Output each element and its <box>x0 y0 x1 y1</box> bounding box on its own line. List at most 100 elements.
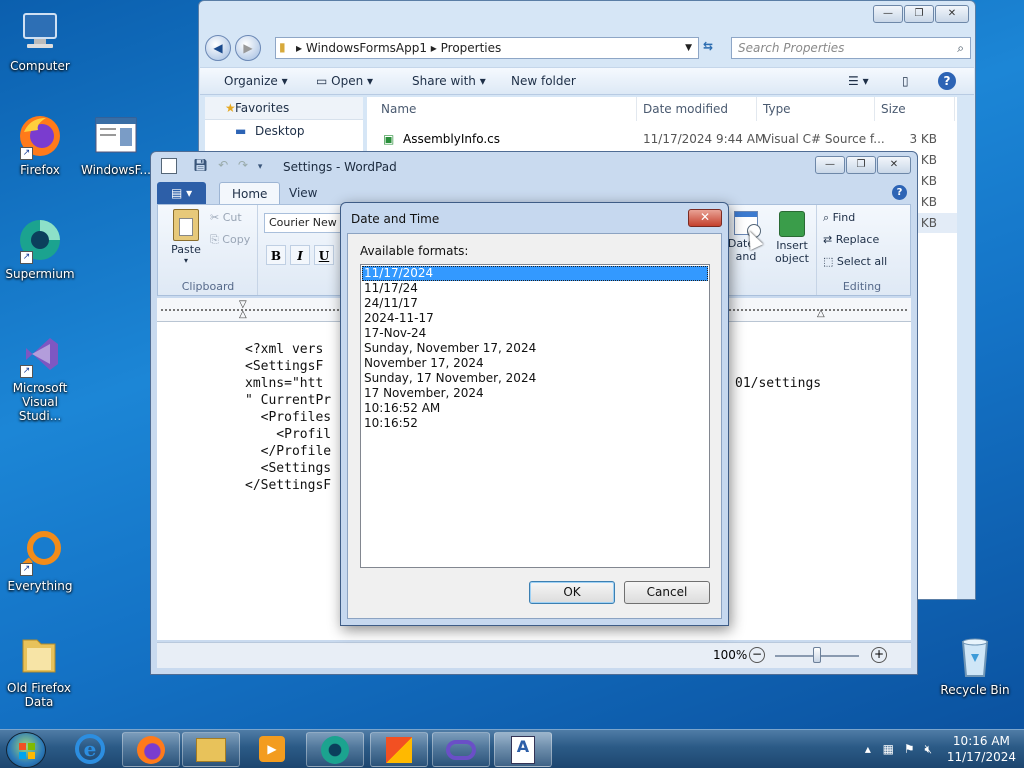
select-all-button[interactable]: ⬚ Select all <box>823 255 887 268</box>
format-option[interactable]: 17 November, 2024 <box>362 386 708 401</box>
file-size: 3 KB <box>909 132 937 146</box>
refresh-button[interactable]: ⇆ <box>703 39 713 53</box>
address-dropdown-icon[interactable]: ▼ <box>685 38 692 58</box>
view-options-icon[interactable]: ☰ ▾ <box>848 74 869 88</box>
tab-view[interactable]: View <box>277 182 329 204</box>
show-hidden-icons-icon[interactable]: ▴ <box>865 742 871 756</box>
forward-button[interactable]: ▶ <box>235 35 261 61</box>
format-option[interactable]: 11/17/2024 <box>362 266 708 281</box>
left-indent-marker[interactable]: ▽ △ <box>239 300 249 320</box>
format-option[interactable]: Sunday, November 17, 2024 <box>362 341 708 356</box>
zoom-out-button[interactable]: − <box>749 647 765 663</box>
format-option[interactable]: 10:16:52 <box>362 416 708 431</box>
font-family-select[interactable]: Courier New <box>264 213 344 233</box>
ok-button[interactable]: OK <box>529 581 615 604</box>
clipboard-group-label: Clipboard <box>181 280 235 293</box>
taskbar-windows-forms-app[interactable] <box>370 732 428 767</box>
share-with-button[interactable]: Share with ▾ <box>412 74 486 88</box>
action-center-flag-icon[interactable]: ⚑ <box>904 742 915 756</box>
taskbar-wordpad[interactable]: A <box>494 732 552 767</box>
minimize-button[interactable]: — <box>815 156 845 174</box>
taskbar-file-explorer[interactable] <box>182 732 240 767</box>
file-row[interactable]: ▣ AssemblyInfo.cs 11/17/2024 9:44 AM Vis… <box>367 129 957 149</box>
insert-object-icon <box>779 211 805 237</box>
save-icon[interactable]: 💾︎ <box>193 158 208 172</box>
volume-muted-icon[interactable]: 🔇︎ <box>924 742 932 756</box>
desktop-icon-visual-studio[interactable]: ↗ Microsoft Visual Studi... <box>0 330 80 423</box>
breadcrumb-item[interactable]: Properties <box>441 41 502 55</box>
application-menu-button[interactable]: ▤ ▾ <box>157 182 207 204</box>
desktop-icon-firefox[interactable]: ↗ Firefox <box>2 112 78 177</box>
close-button[interactable]: ✕ <box>935 5 969 23</box>
doc-line: <Profiles <box>245 410 332 425</box>
format-option[interactable]: Sunday, 17 November, 2024 <box>362 371 708 386</box>
doc-line: </Profile <box>245 444 332 459</box>
desktop-icon-label: Firefox <box>20 163 60 177</box>
underline-button[interactable]: U <box>314 245 334 265</box>
column-header-type[interactable]: Type <box>757 97 875 121</box>
nav-item-favorites[interactable]: ★ Favorites <box>205 97 363 120</box>
desktop-icon-recycle-bin[interactable]: Recycle Bin <box>937 632 1013 697</box>
desktop-icon-old-firefox-data[interactable]: Old Firefox Data <box>0 630 78 709</box>
taskbar-supermium[interactable] <box>306 732 364 767</box>
undo-icon[interactable]: ↶ <box>218 158 228 172</box>
right-indent-marker[interactable]: △ <box>817 308 825 319</box>
open-button[interactable]: ▭ Open ▾ <box>316 74 373 88</box>
help-icon[interactable]: ? <box>892 185 907 200</box>
format-option[interactable]: November 17, 2024 <box>362 356 708 371</box>
cancel-button[interactable]: Cancel <box>624 581 710 604</box>
close-button[interactable]: ✕ <box>877 156 911 174</box>
maximize-button[interactable]: ❐ <box>904 5 934 23</box>
tab-home[interactable]: Home <box>219 182 281 204</box>
start-button[interactable] <box>6 732 46 768</box>
italic-button[interactable]: I <box>290 245 310 265</box>
maximize-button[interactable]: ❐ <box>846 156 876 174</box>
new-folder-button[interactable]: New folder <box>511 74 576 88</box>
preview-pane-icon[interactable]: ▯ <box>902 74 909 88</box>
find-button[interactable]: ⌕ Find <box>823 211 855 225</box>
desktop-icon-supermium[interactable]: ↗ Supermium <box>2 216 78 281</box>
desktop-icon-computer[interactable]: Computer <box>2 8 78 73</box>
zoom-in-button[interactable]: + <box>871 647 887 663</box>
replace-button[interactable]: ⇄ Replace <box>823 233 879 246</box>
format-option[interactable]: 24/11/17 <box>362 296 708 311</box>
back-button[interactable]: ◀ <box>205 35 231 61</box>
taskbar-media-player[interactable]: ▶ <box>244 732 300 767</box>
format-option[interactable]: 17-Nov-24 <box>362 326 708 341</box>
format-option[interactable]: 2024-11-17 <box>362 311 708 326</box>
media-player-icon: ▶ <box>259 736 285 762</box>
taskbar-visual-studio[interactable] <box>432 732 490 767</box>
desktop-icon-everything[interactable]: ↗ Everything <box>2 528 78 593</box>
taskbar-firefox[interactable] <box>122 732 180 767</box>
cut-button[interactable]: ✂ Cut <box>210 211 242 224</box>
firefox-icon <box>137 736 165 764</box>
format-option[interactable]: 10:16:52 AM <box>362 401 708 416</box>
format-option[interactable]: 11/17/24 <box>362 281 708 296</box>
dialog-close-button[interactable]: ✕ <box>688 209 722 227</box>
breadcrumb-item[interactable]: WindowsFormsApp1 <box>306 41 427 55</box>
nav-item-desktop[interactable]: ▬ Desktop <box>205 120 363 142</box>
clock[interactable]: 10:16 AM 11/17/2024 <box>947 733 1016 765</box>
bold-button[interactable]: B <box>266 245 286 265</box>
date-time-dialog[interactable]: Date and Time ✕ Available formats: 11/17… <box>340 202 729 626</box>
column-header-date[interactable]: Date modified <box>637 97 757 121</box>
network-icon[interactable]: ▦ <box>883 742 894 756</box>
zoom-slider-thumb[interactable] <box>813 647 821 663</box>
address-bar[interactable]: ▮ ▸ WindowsFormsApp1 ▸ Properties ▼ <box>275 37 699 59</box>
formats-listbox[interactable]: 11/17/2024 11/17/24 24/11/17 2024-11-17 17-N… <box>360 264 710 568</box>
organize-button[interactable]: Organize ▾ <box>224 74 288 88</box>
customize-toolbar-icon[interactable]: ▾ <box>258 162 263 172</box>
redo-icon[interactable]: ↷ <box>238 158 248 172</box>
copy-button[interactable]: ⎘ Copy <box>210 233 250 247</box>
help-icon[interactable]: ? <box>938 72 956 90</box>
desktop-icon-windowsforms[interactable]: WindowsF... <box>78 112 154 177</box>
minimize-button[interactable]: — <box>873 5 903 23</box>
desktop-icon-label: Microsoft Visual Studi... <box>12 381 68 423</box>
column-header-name[interactable]: Name <box>375 97 637 121</box>
taskbar-internet-explorer[interactable]: e <box>62 732 118 767</box>
insert-object-button[interactable]: Insert object <box>770 211 814 265</box>
file-name: AssemblyInfo.cs <box>403 132 501 146</box>
search-input[interactable]: Search Properties ⌕ <box>731 37 971 59</box>
column-header-size[interactable]: Size <box>875 97 955 121</box>
paste-button[interactable]: Paste ▾ <box>166 209 206 265</box>
